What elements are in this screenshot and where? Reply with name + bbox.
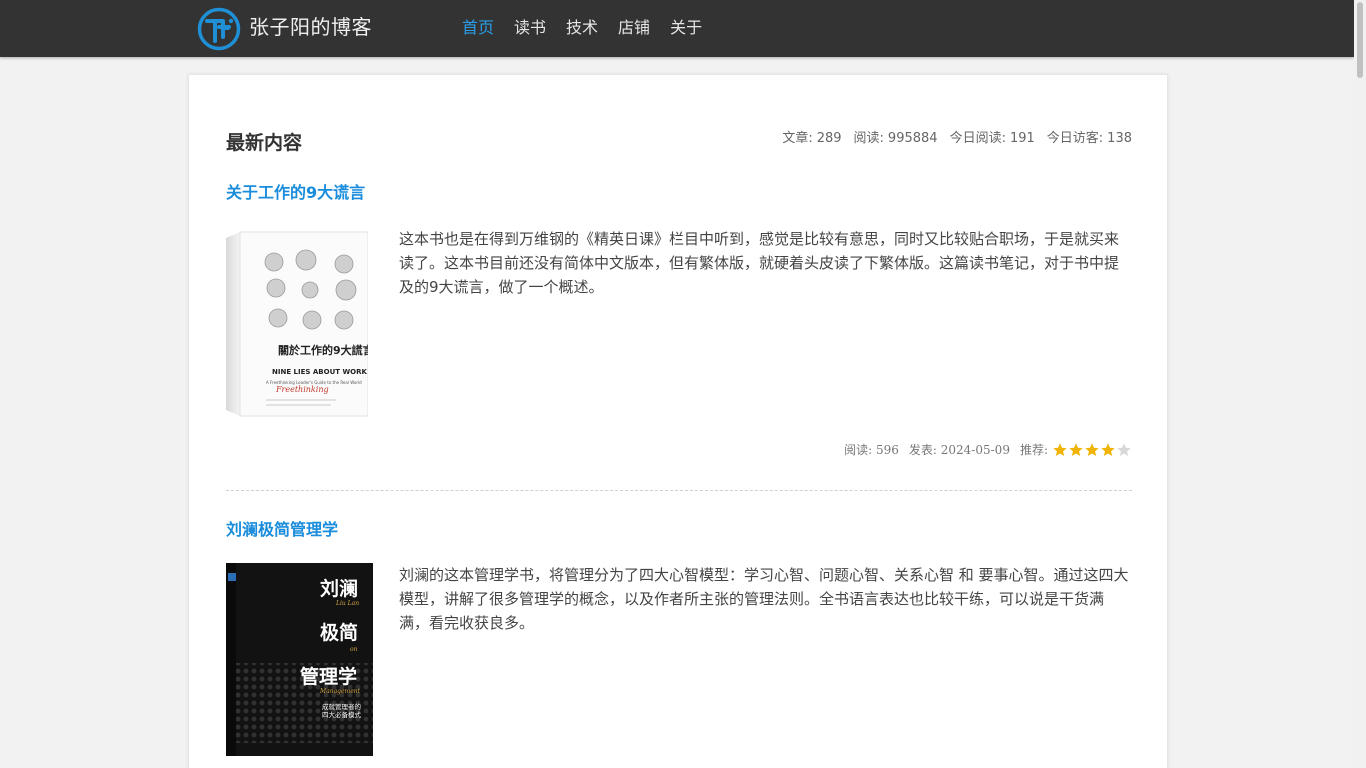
site-stats: 文章: 289 阅读: 995884 今日阅读: 191 今日访客: 138 <box>770 130 1132 148</box>
post-meta: 阅读: 596 发表: 2024-05-09 推荐: <box>834 441 1132 458</box>
cover-line-1-en: Liu Lan <box>335 600 359 607</box>
stat-today-visitors: 今日访客: 138 <box>1046 131 1132 146</box>
nav-tech[interactable]: 技术 <box>566 16 598 40</box>
rating-stars <box>1052 442 1132 458</box>
cover-script-text: Freethinking <box>275 385 329 394</box>
scrollbar-thumb[interactable] <box>1357 2 1363 78</box>
post-divider <box>226 490 1132 491</box>
cover-tagline-2: 四大必备模式 <box>322 710 362 719</box>
star-icon <box>1117 442 1131 456</box>
post-title[interactable]: 关于工作的9大谎言 <box>226 182 365 204</box>
meta-rating-label: 推荐: <box>1019 443 1048 457</box>
cover-title-zh: 關於工作的9大謊言 <box>278 343 368 357</box>
post-excerpt: 刘澜的这本管理学书，将管理分为了四大心智模型：学习心智、问题心智、关系心智 和 … <box>399 566 1129 632</box>
stat-reads: 阅读: 995884 <box>853 131 938 146</box>
page-scrollbar[interactable] <box>1354 0 1366 768</box>
cover-line-3: 管理学 <box>300 665 357 688</box>
content-card: 最新内容 文章: 289 阅读: 995884 今日阅读: 191 今日访客: 138 … <box>188 74 1168 768</box>
tf-logo-icon[interactable] <box>197 7 241 51</box>
top-navbar: 张子阳的博客 首页 读书 技术 店铺 关于 <box>0 0 1354 57</box>
star-icon <box>1069 442 1083 456</box>
cover-title-en: NINE LIES ABOUT WORK <box>272 368 368 376</box>
cover-line-2: 极简 <box>320 621 358 644</box>
cover-line-2-en: on <box>350 646 358 653</box>
stat-articles: 文章: 289 <box>782 131 842 146</box>
post-title[interactable]: 刘澜极简管理学 <box>226 519 338 541</box>
meta-date: 发表: 2024-05-09 <box>908 443 1010 457</box>
cover-tagline-1: 成就管理者的 <box>322 702 362 711</box>
post-excerpt: 这本书也是在得到万维钢的《精英日课》栏目中听到，感觉是比较有意思，同时又比较贴合… <box>399 230 1120 296</box>
main-nav: 首页 读书 技术 店铺 关于 <box>462 16 722 40</box>
nav-about[interactable]: 关于 <box>670 16 702 40</box>
stat-today-reads: 今日阅读: 191 <box>949 131 1035 146</box>
nav-home[interactable]: 首页 <box>462 16 494 40</box>
nav-shop[interactable]: 店铺 <box>618 16 650 40</box>
site-title[interactable]: 张子阳的博客 <box>249 13 372 41</box>
star-icon <box>1085 442 1099 456</box>
book-cover-image[interactable]: 刘澜 Liu Lan 极简 on 管理学 Management 成就管理者的 四… <box>226 563 373 756</box>
section-title: 最新内容 <box>226 132 303 154</box>
nav-reading[interactable]: 读书 <box>514 16 546 40</box>
cover-line-1: 刘澜 <box>320 577 358 600</box>
star-icon <box>1053 442 1067 456</box>
meta-reads: 阅读: 596 <box>844 443 899 457</box>
cover-line-3-en: Management <box>319 688 361 695</box>
star-icon <box>1101 442 1115 456</box>
book-cover-image[interactable]: 關於工作的9大謊言 NINE LIES ABOUT WORK A Freethi… <box>226 230 368 418</box>
